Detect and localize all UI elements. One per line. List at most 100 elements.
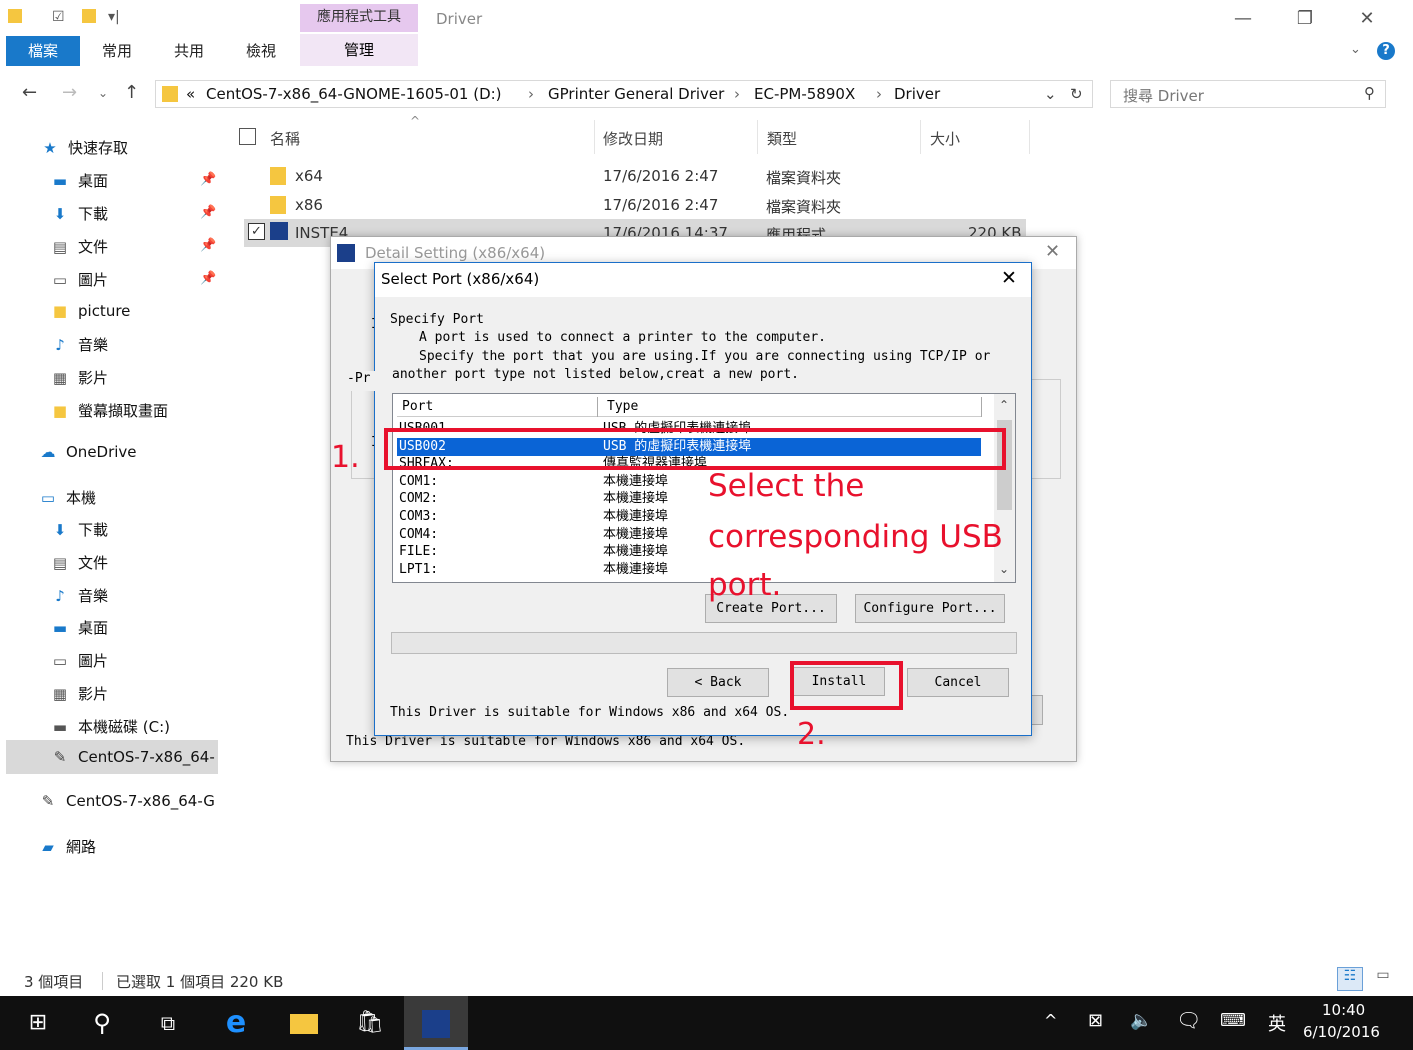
nav-quick-access[interactable]: ★ 快速存取 [40,137,128,158]
close-icon[interactable]: ✕ [1045,241,1060,262]
expand-ribbon-icon[interactable]: ⌄ [1350,42,1361,57]
search-placeholder: 搜尋 Driver [1123,87,1204,105]
breadcrumb-drive[interactable]: CentOS-7-x86_64-GNOME-1605-01 (D:) [206,85,502,103]
pin-icon[interactable]: 📌 [200,172,216,187]
nav-onedrive[interactable]: ☁ OneDrive [38,443,137,461]
file-row[interactable]: x86 17/6/2016 2:47 檔案資料夾 [244,191,1026,219]
volume-icon[interactable]: 🔈 [1130,1010,1152,1031]
minimize-icon[interactable]: — [1218,6,1268,32]
clock-time[interactable]: 10:40 [1322,1001,1365,1019]
show-hidden-icons-icon[interactable]: ^ [1044,1011,1057,1030]
search-input[interactable]: 搜尋 Driver ⚲ [1110,80,1386,108]
nav-network[interactable]: ▰ 網路 [38,836,96,857]
col-header-port[interactable]: Port [402,399,433,414]
forward-arrow-icon[interactable]: → [62,82,77,103]
nav-pc-downloads[interactable]: ⬇ 下載 [50,519,108,540]
configure-port-button[interactable]: Configure Port... [855,594,1005,623]
address-dropdown-icon[interactable]: ⌄ [1044,85,1057,103]
nav-pc-music[interactable]: ♪ 音樂 [50,585,108,606]
quick-access-folder-icon[interactable] [8,9,22,27]
recent-chevron-icon[interactable]: ⌄ [98,86,108,100]
nav-pc-centos-drive[interactable]: ✎ CentOS-7-x86_64- [50,748,218,766]
pin-icon[interactable]: 📌 [200,205,216,220]
col-header-name[interactable]: 名稱 [270,128,300,149]
tab-view[interactable]: 檢視 [232,36,290,66]
cancel-button[interactable]: Cancel [907,668,1009,697]
search-icon[interactable]: ⚲ [70,996,134,1050]
nav-pc-local-disk[interactable]: ▬ 本機磁碟 (C:) [50,716,170,737]
keyboard-icon[interactable]: ⌨ [1220,1010,1246,1031]
nav-item-videos[interactable]: ▦ 影片 [50,367,108,388]
port-row[interactable]: LPT1: 本機連接埠 [397,561,987,579]
nav-item-music[interactable]: ♪ 音樂 [50,334,108,355]
progress-bar [391,632,1017,654]
large-icons-view-icon[interactable]: ▭ [1370,967,1396,991]
start-windows-icon[interactable]: ⊞ [6,996,70,1050]
breadcrumb-gprinter[interactable]: GPrinter General Driver [548,85,724,103]
port-name: FILE: [399,544,439,560]
clock-date[interactable]: 6/10/2016 [1303,1023,1380,1041]
music-icon: ♪ [55,587,65,605]
disc-icon: ✎ [41,792,55,810]
file-explorer-icon[interactable] [272,996,336,1050]
nav-item-screenshots[interactable]: ■ 螢幕擷取畫面 [50,400,168,421]
back-arrow-icon[interactable]: ← [22,82,37,103]
tab-share[interactable]: 共用 [160,36,218,66]
up-arrow-icon[interactable]: ↑ [124,82,139,103]
help-icon[interactable]: ? [1377,42,1395,60]
tab-manage[interactable]: 管理 [300,34,418,66]
breadcrumb-driver[interactable]: Driver [894,85,940,103]
pin-icon[interactable]: 📌 [200,271,216,286]
close-icon[interactable]: ✕ [1342,6,1392,32]
nav-centos-drive[interactable]: ✎ CentOS-7-x86_64-G [38,792,218,810]
nav-this-pc[interactable]: ▭ 本機 [38,487,96,508]
installer-taskbar-icon[interactable] [404,996,468,1050]
scroll-down-icon[interactable]: ⌄ [999,562,1009,576]
nav-pc-desktop[interactable]: ▬ 桌面 [50,617,108,638]
refresh-icon[interactable]: ↻ [1070,85,1083,103]
overflow-chevron-icon[interactable]: « [186,85,195,103]
nav-pc-videos[interactable]: ▦ 影片 [50,683,108,704]
col-header-type[interactable]: Type [607,399,638,414]
nav-item-documents[interactable]: ▤ 文件 [50,236,108,257]
nav-pc-pictures[interactable]: ▭ 圖片 [50,650,108,671]
nav-item-pictures[interactable]: ▭ 圖片 [50,269,108,290]
nav-item-downloads[interactable]: ⬇ 下載 [50,203,108,224]
ime-indicator[interactable]: 英 [1268,1010,1286,1036]
breadcrumb-model[interactable]: EC-PM-5890X [754,85,855,103]
nav-item-desktop[interactable]: ▬ 桌面 [50,170,108,191]
tab-file[interactable]: 檔案 [6,36,80,66]
close-icon[interactable]: ✕ [1001,267,1017,289]
properties-icon[interactable]: ☑ [52,9,65,25]
col-header-date[interactable]: 修改日期 [603,128,663,149]
address-bar[interactable]: « CentOS-7-x86_64-GNOME-1605-01 (D:) › G… [155,80,1093,108]
row-checkbox[interactable]: ✓ [248,223,265,240]
col-divider [981,397,982,417]
select-port-titlebar: Select Port (x86/x64) ✕ [375,263,1031,297]
col-header-type[interactable]: 類型 [767,128,797,149]
port-row[interactable]: COM1: 本機連接埠 [397,473,987,491]
back-button[interactable]: < Back [667,668,769,697]
port-description-3: another port type not listed below,creat… [392,367,799,382]
nav-pc-documents[interactable]: ▤ 文件 [50,552,108,573]
edge-browser-icon[interactable]: e [204,996,268,1050]
network-status-icon[interactable]: ⊠ [1088,1010,1103,1031]
ribbon: ☑ ▾| 應用程式工具 Driver — ❐ ✕ 檔案 常用 共用 檢視 管理 … [0,0,1413,70]
col-header-size[interactable]: 大小 [930,128,960,149]
select-all-checkbox[interactable] [239,128,256,145]
details-view-icon[interactable]: ☷ [1337,967,1363,991]
customize-qa-icon[interactable]: ▾| [108,9,120,25]
nav-item-picture[interactable]: ■ picture [50,302,130,320]
port-row[interactable]: COM2: 本機連接埠 [397,490,987,508]
new-folder-icon[interactable] [82,9,96,27]
scroll-up-icon[interactable]: ⌃ [999,398,1009,412]
restore-icon[interactable]: ❐ [1280,6,1330,32]
pin-icon[interactable]: 📌 [200,238,216,253]
action-center-icon[interactable]: 🗨 [1176,1008,1201,1032]
tab-home[interactable]: 常用 [88,36,146,66]
store-icon[interactable]: 🛍 [338,996,402,1050]
file-row[interactable]: x64 17/6/2016 2:47 檔案資料夾 [244,162,1026,190]
col-divider [1029,120,1030,154]
folder-icon [270,167,286,185]
task-view-icon[interactable]: ⧉ [136,996,200,1050]
